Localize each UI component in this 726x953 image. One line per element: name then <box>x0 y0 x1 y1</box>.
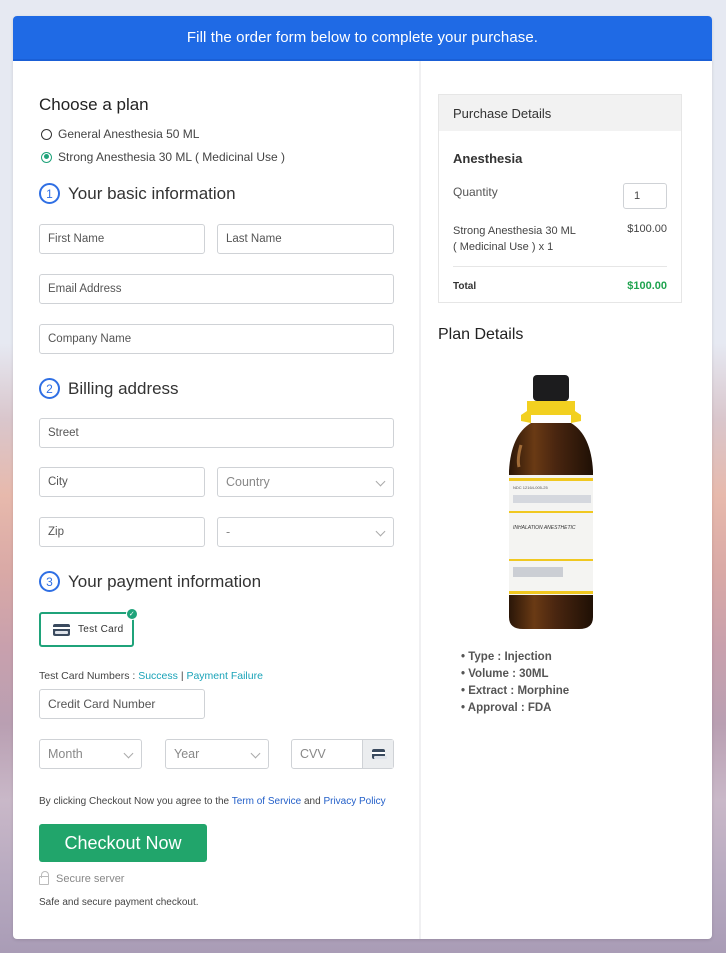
line-item-qty: ( Medicinal Use ) x 1 <box>453 241 554 253</box>
month-select[interactable]: Month <box>39 739 142 769</box>
bottle-cap <box>533 375 569 401</box>
credit-card-icon <box>53 623 70 636</box>
zip-input[interactable]: Zip <box>39 517 205 547</box>
street-input[interactable]: Street <box>39 418 394 448</box>
step-billing: 2 Billing address <box>39 378 179 399</box>
privacy-link[interactable]: Privacy Policy <box>323 796 385 807</box>
feature-item: Type : Injection <box>461 649 569 666</box>
first-name-input[interactable]: First Name <box>39 224 205 254</box>
product-name: Anesthesia <box>453 151 523 166</box>
country-select-value: Country <box>226 475 270 489</box>
quantity-label: Quantity <box>453 185 498 199</box>
order-form: Choose a plan General Anesthesia 50 ML S… <box>13 61 421 939</box>
choose-plan-heading: Choose a plan <box>39 95 149 114</box>
cvv-placeholder: CVV <box>300 747 326 761</box>
year-select[interactable]: Year <box>165 739 269 769</box>
secure-server-label: Secure server <box>56 872 125 885</box>
chevron-down-icon <box>250 748 261 759</box>
line-item-price: $100.00 <box>627 223 667 235</box>
step-number-icon: 1 <box>39 183 60 204</box>
line-item-name: Strong Anesthesia 30 ML <box>453 225 576 237</box>
card-number-input[interactable]: Credit Card Number <box>39 689 205 719</box>
safe-checkout-text: Safe and secure payment checkout. <box>39 897 199 908</box>
checkout-now-button[interactable]: Checkout Now <box>39 824 207 862</box>
lock-icon <box>39 871 49 885</box>
check-circle-icon: ✓ <box>126 608 138 620</box>
line-item: Strong Anesthesia 30 ML ( Medicinal Use … <box>453 223 603 255</box>
order-banner: Fill the order form below to complete yo… <box>13 16 712 61</box>
plan-details-heading: Plan Details <box>438 326 524 343</box>
month-select-value: Month <box>48 747 83 761</box>
feature-item: Approval : FDA <box>461 700 569 717</box>
step-basic-info: 1 Your basic information <box>39 183 236 204</box>
credit-card-icon <box>371 749 387 759</box>
test-card-numbers: Test Card Numbers : Success | Payment Fa… <box>39 670 263 682</box>
bottle-collar <box>521 401 581 423</box>
cvv-addon <box>362 740 393 768</box>
state-select-value: - <box>226 525 231 539</box>
feature-item: Volume : 30ML <box>461 666 569 683</box>
test-card-option[interactable]: Test Card ✓ <box>39 608 138 647</box>
secure-server: Secure server <box>39 871 125 885</box>
plan-features-list: Type : Injection Volume : 30ML Extract :… <box>461 649 569 717</box>
state-select[interactable]: - <box>217 517 394 547</box>
order-form-card: Fill the order form below to complete yo… <box>13 16 712 939</box>
purchase-details-heading: Purchase Details <box>439 95 681 131</box>
terms-link[interactable]: Term of Service <box>232 796 301 807</box>
cvv-input[interactable]: CVV <box>291 739 394 769</box>
step-title: Your basic information <box>68 183 236 203</box>
agree-prefix: By clicking Checkout Now you agree to th… <box>39 796 230 807</box>
last-name-input[interactable]: Last Name <box>217 224 394 254</box>
payment-failure-link[interactable]: Payment Failure <box>186 670 262 682</box>
step-payment: 3 Your payment information <box>39 571 261 592</box>
link-separator: | <box>180 670 184 682</box>
bottle-label-text: INHALATION ANESTHETIC <box>513 525 576 531</box>
purchase-details-box: Purchase Details Anesthesia Quantity 1 S… <box>438 94 682 303</box>
city-input[interactable]: City <box>39 467 205 497</box>
chevron-down-icon <box>375 476 386 487</box>
test-card-label: Test Card <box>78 624 124 635</box>
country-select[interactable]: Country <box>217 467 394 497</box>
plan-option-general[interactable]: General Anesthesia 50 ML <box>41 127 199 141</box>
success-link[interactable]: Success <box>138 670 178 682</box>
step-title: Your payment information <box>68 571 262 591</box>
email-input[interactable]: Email Address <box>39 274 394 304</box>
plan-option-strong[interactable]: Strong Anesthesia 30 ML ( Medicinal Use … <box>41 150 285 164</box>
feature-item: Extract : Morphine <box>461 683 569 700</box>
step-number-icon: 2 <box>39 378 60 399</box>
chevron-down-icon <box>123 748 134 759</box>
chevron-down-icon <box>375 526 386 537</box>
quantity-input[interactable]: 1 <box>623 183 667 209</box>
divider <box>453 266 667 267</box>
radio-unselected-icon[interactable] <box>41 128 52 140</box>
radio-selected-icon[interactable] <box>41 151 52 163</box>
year-select-value: Year <box>174 747 200 761</box>
agree-and: and <box>303 796 321 807</box>
bottle-label-ndc: NDC 12164-005-25 <box>513 485 548 490</box>
order-summary: Purchase Details Anesthesia Quantity 1 S… <box>421 61 712 939</box>
plan-option-label: Strong Anesthesia 30 ML ( Medicinal Use … <box>58 150 285 164</box>
step-title: Billing address <box>68 378 179 398</box>
agreement-text: By clicking Checkout Now you agree to th… <box>39 796 386 807</box>
total-amount: $100.00 <box>627 280 667 292</box>
plan-option-label: General Anesthesia 50 ML <box>58 127 200 141</box>
company-input[interactable]: Company Name <box>39 324 394 354</box>
total-label: Total <box>453 281 477 292</box>
test-numbers-label: Test Card Numbers : <box>39 670 136 682</box>
product-bottle-image: NDC 12164-005-25 INHALATION ANESTHETIC <box>509 375 593 629</box>
step-number-icon: 3 <box>39 571 60 592</box>
